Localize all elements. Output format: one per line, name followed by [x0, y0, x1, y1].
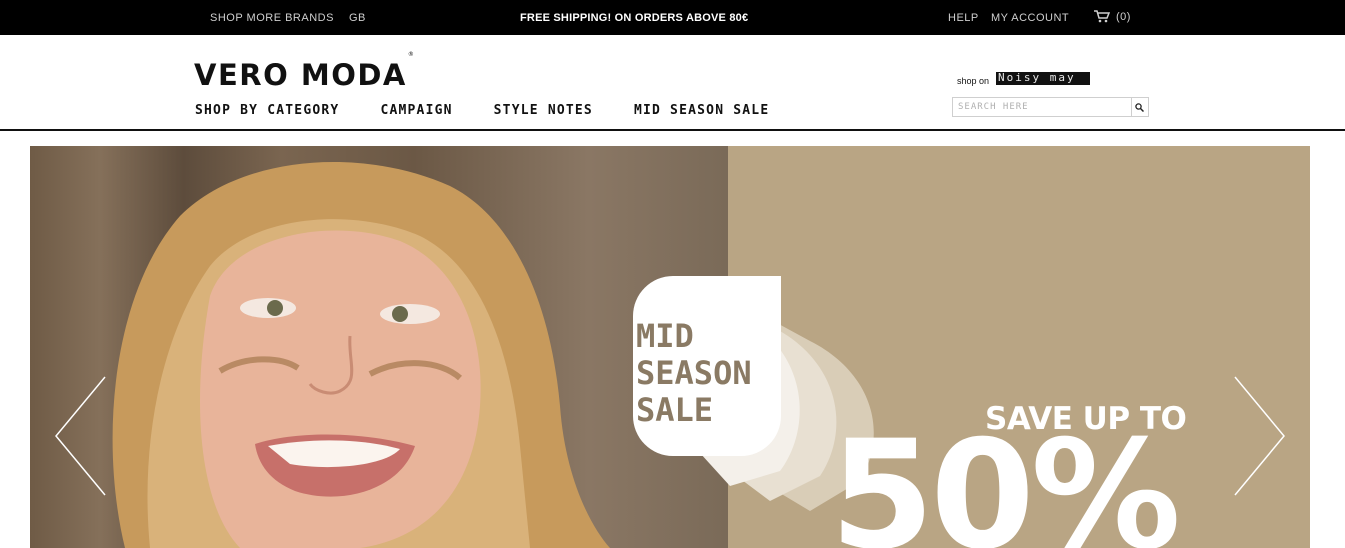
search-button[interactable] — [1130, 98, 1148, 116]
search-icon — [1135, 102, 1145, 112]
nav-mid-season-sale[interactable]: MID SEASON SALE — [634, 103, 769, 118]
chevron-left-icon — [55, 376, 106, 496]
cart-button[interactable]: (0) — [1094, 10, 1131, 23]
shop-on-banner: shop on Noisy may — [957, 70, 1090, 86]
hero-model-photo — [30, 146, 728, 548]
my-account-link[interactable]: MY ACCOUNT — [991, 12, 1069, 24]
discount-percent: 50% — [830, 409, 1181, 548]
carousel-next-button[interactable] — [1232, 376, 1286, 501]
nav-campaign[interactable]: CAMPAIGN — [380, 103, 452, 118]
noisy-may-link[interactable]: Noisy may — [996, 71, 1090, 85]
shop-more-brands-link[interactable]: SHOP MORE BRANDS — [210, 12, 334, 24]
region-selector[interactable]: GB — [349, 12, 366, 24]
help-link[interactable]: HELP — [948, 12, 979, 24]
search-input[interactable] — [953, 98, 1131, 116]
cart-icon — [1094, 10, 1110, 23]
main-navigation: SHOP BY CATEGORY CAMPAIGN STYLE NOTES MI… — [195, 103, 810, 118]
chevron-right-icon — [1234, 376, 1285, 496]
cart-count: (0) — [1116, 10, 1131, 23]
header-divider — [0, 129, 1345, 131]
badge-line-season: SEASON — [636, 354, 752, 392]
badge-line-sale: SALE — [636, 391, 714, 429]
badge-text: MID SEASON SALE — [636, 318, 752, 429]
nav-shop-by-category[interactable]: SHOP BY CATEGORY — [195, 103, 339, 118]
carousel-prev-button[interactable] — [54, 376, 108, 501]
shipping-message: FREE SHIPPING! ON ORDERS ABOVE 80€ — [520, 12, 749, 24]
search-box — [952, 97, 1149, 117]
hero-banner[interactable]: MID SEASON SALE SAVE UP TO 50% — [30, 146, 1310, 548]
nav-style-notes[interactable]: STYLE NOTES — [494, 103, 593, 118]
top-bar: SHOP MORE BRANDS GB FREE SHIPPING! ON OR… — [0, 0, 1345, 35]
vero-moda-logo[interactable]: VERO MODA® — [194, 51, 414, 92]
shop-on-label: shop on — [957, 76, 990, 86]
badge-line-mid: MID — [636, 317, 694, 355]
